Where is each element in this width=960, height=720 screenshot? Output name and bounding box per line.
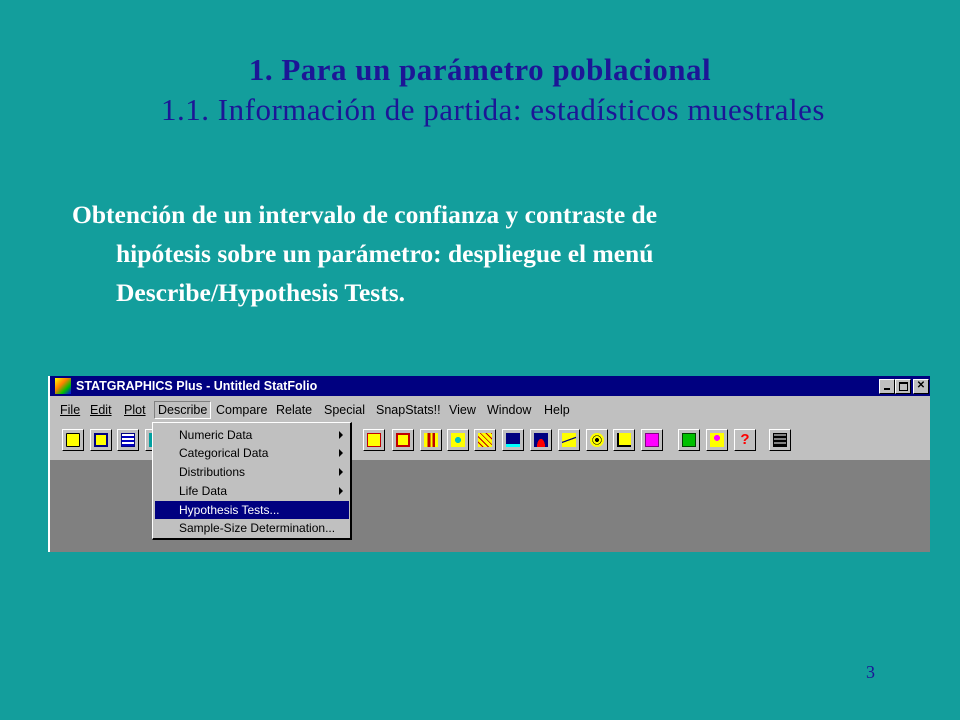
spreadsheet-icon [121,433,135,447]
describe-dropdown: Numeric Data Categorical Data Distributi… [152,422,352,540]
menu-relate-label: Relate [276,403,313,417]
trend-button[interactable] [558,429,580,451]
menu-item-label: Categorical Data [179,446,269,460]
slide-subtitle: 1.1. Información de partida: estadístico… [161,92,825,127]
menu-relate[interactable]: Relate [276,403,312,417]
menu-item-hypothesis-tests[interactable]: Hypothesis Tests... [155,501,349,519]
menu-view[interactable]: View [449,403,476,417]
body-line-1: Obtención de un intervalo de confianza y… [72,200,658,229]
scatter-grid-icon [478,433,492,447]
submenu-arrow-icon [339,468,343,476]
close-icon: ✕ [916,380,926,391]
menu-edit[interactable]: Edit [90,403,112,417]
menu-help[interactable]: Help [544,403,570,417]
menu-describe-label: Describe [158,403,208,417]
menu-special[interactable]: Special [324,403,365,417]
menu-help-label: Help [544,403,570,417]
scatter-colored-icon [451,433,465,447]
scatter-icon [367,433,381,447]
menu-bar: File Edit Plot Describe Compare Relate S… [50,400,930,422]
body-line-3: Describe/Hypothesis Tests. [116,278,406,307]
calculator-icon [773,433,787,447]
menu-item-categorical-data[interactable]: Categorical Data [155,444,349,462]
arrow-button[interactable] [678,429,700,451]
menu-describe[interactable]: Describe [154,401,212,419]
person-icon [710,433,724,447]
close-button[interactable]: ✕ [913,379,929,394]
help-button[interactable]: ? [734,429,756,451]
scatter-button[interactable] [363,429,385,451]
menu-item-label: Numeric Data [179,428,253,442]
menu-window-label: Window [487,403,532,417]
menu-item-distributions[interactable]: Distributions [155,463,349,481]
slide-title: 1. Para un parámetro poblacional [248,52,712,87]
glm-icon [645,433,659,447]
menu-snapstats-label: SnapStats!! [376,403,441,417]
distribution-button[interactable] [530,429,552,451]
glm-button[interactable] [641,429,663,451]
app-logo-icon[interactable] [55,378,71,394]
timeseries-icon [506,433,520,447]
minimize-icon [884,388,890,390]
submenu-arrow-icon [339,487,343,495]
menu-file-label: File [60,403,81,417]
menu-compare[interactable]: Compare [216,403,267,417]
menu-item-label: Distributions [179,465,246,479]
target-button[interactable] [586,429,608,451]
menu-compare-label: Compare [216,403,268,417]
window-title: STATGRAPHICS Plus - Untitled StatFolio [76,379,318,393]
trend-icon [562,433,576,447]
menu-item-label: Hypothesis Tests... [179,503,280,517]
open-folder-icon [66,433,80,447]
boxplot-button[interactable] [392,429,414,451]
control-chart-icon [617,433,631,447]
menu-file[interactable]: File [60,403,80,417]
submenu-arrow-icon [339,449,343,457]
menu-plot-label: Plot [124,403,146,417]
target-icon [590,433,604,447]
save-button[interactable] [90,429,112,451]
timeseries-button[interactable] [502,429,524,451]
scatter-colored-button[interactable] [447,429,469,451]
open-button[interactable] [62,429,84,451]
distribution-icon [534,433,548,447]
scatter-grid-button[interactable] [474,429,496,451]
menu-item-numeric-data[interactable]: Numeric Data [155,426,349,444]
submenu-arrow-icon [339,431,343,439]
help-icon: ? [740,431,750,448]
body-line-2: hipótesis sobre un parámetro: despliegue… [116,239,654,268]
save-icon [94,433,108,447]
menu-plot[interactable]: Plot [124,403,146,417]
menu-special-label: Special [324,403,365,417]
app-window: STATGRAPHICS Plus - Untitled StatFolio ✕… [48,376,930,552]
menu-snapstats[interactable]: SnapStats!! [376,403,441,417]
page-number: 3 [866,662,875,682]
person-button[interactable] [706,429,728,451]
spreadsheet-button[interactable] [117,429,139,451]
maximize-icon [898,382,908,391]
minimize-button[interactable] [879,379,895,394]
histogram-icon [424,433,438,447]
menu-item-life-data[interactable]: Life Data [155,482,349,500]
title-bar[interactable]: STATGRAPHICS Plus - Untitled StatFolio ✕ [50,376,930,396]
calculator-button[interactable] [769,429,791,451]
maximize-button[interactable] [895,379,911,394]
boxplot-icon [396,433,410,447]
menu-edit-label: Edit [90,403,112,417]
menu-item-label: Sample-Size Determination... [179,521,336,535]
slide-body: Obtención de un intervalo de confianza y… [72,195,832,312]
control-chart-button[interactable] [613,429,635,451]
menu-item-sample-size[interactable]: Sample-Size Determination... [155,519,349,537]
menu-item-label: Life Data [179,484,228,498]
menu-view-label: View [449,403,476,417]
histogram-button[interactable] [420,429,442,451]
menu-window[interactable]: Window [487,403,531,417]
arrow-icon [682,433,696,447]
